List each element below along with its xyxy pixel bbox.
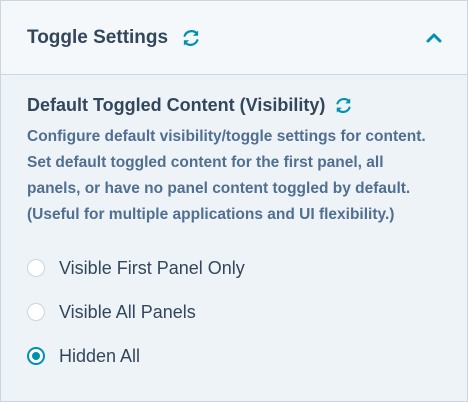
radio-label: Hidden All [59, 345, 141, 366]
chevron-up-icon[interactable] [425, 32, 443, 44]
visibility-radio-group: Visible First Panel Only Visible All Pan… [27, 246, 441, 378]
radio-button[interactable] [27, 259, 45, 277]
panel-header[interactable]: Toggle Settings [1, 1, 467, 75]
section-description: Configure default visibility/toggle sett… [27, 128, 426, 223]
radio-option-visible-first-panel[interactable]: Visible First Panel Only [27, 246, 441, 290]
radio-option-visible-all-panels[interactable]: Visible All Panels [27, 290, 441, 334]
section-title: Default Toggled Content (Visibility) [27, 95, 326, 115]
radio-label: Visible All Panels [59, 301, 196, 322]
panel-content: Default Toggled Content (Visibility) Con… [1, 75, 467, 378]
refresh-icon[interactable] [335, 97, 352, 114]
header-left: Toggle Settings [27, 27, 200, 49]
section-title-row: Default Toggled Content (Visibility) [27, 95, 441, 116]
radio-button[interactable] [27, 303, 45, 321]
radio-option-hidden-all[interactable]: Hidden All [27, 334, 441, 378]
panel-title: Toggle Settings [27, 26, 169, 48]
refresh-icon[interactable] [182, 29, 200, 47]
radio-label: Visible First Panel Only [59, 257, 245, 278]
toggle-settings-panel: Toggle Settings Default Toggled Content … [0, 0, 468, 402]
radio-button-selected[interactable] [27, 347, 45, 365]
